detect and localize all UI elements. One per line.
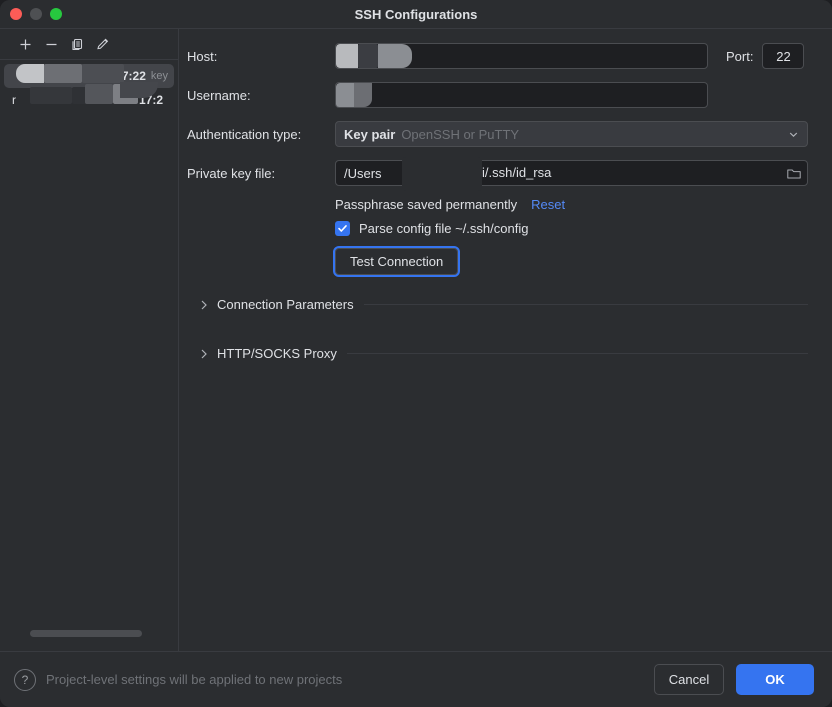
test-connection-row: Test Connection <box>332 246 808 277</box>
redaction-overlay <box>378 44 412 68</box>
ok-button[interactable]: OK <box>736 664 814 695</box>
pencil-icon <box>97 38 109 50</box>
port-label: Port: <box>726 48 754 64</box>
edit-configuration-button[interactable] <box>92 33 114 55</box>
port-value: 22 <box>776 48 791 64</box>
private-key-file-row: Private key file: /Users i/.ssh/id_rsa <box>187 157 808 191</box>
private-key-file-input[interactable]: /Users i/.ssh/id_rsa <box>335 157 808 191</box>
list-item[interactable]: r 17:2 <box>4 88 174 112</box>
plus-icon <box>20 39 30 49</box>
authentication-type-row: Authentication type: Key pair OpenSSH or… <box>187 121 808 147</box>
list-item-tag: key <box>150 70 168 82</box>
username-label: Username: <box>187 87 251 103</box>
footer-note: Project-level settings will be applied t… <box>46 672 343 687</box>
redaction-overlay <box>354 83 372 107</box>
parse-config-checkbox[interactable] <box>335 221 350 236</box>
help-icon[interactable]: ? <box>14 668 36 691</box>
close-button[interactable] <box>10 8 22 20</box>
cancel-button[interactable]: Cancel <box>654 664 724 695</box>
dialog-body: 7:22 key r 17:2 Host: Port: 22 Username:… <box>0 28 832 651</box>
redaction-overlay <box>336 44 358 68</box>
list-item-time: 7:22 <box>121 69 146 83</box>
add-configuration-button[interactable] <box>14 33 36 55</box>
list-item-label: r <box>12 93 16 107</box>
checkmark-icon <box>338 225 347 232</box>
section-connection-parameters[interactable]: Connection Parameters <box>197 297 808 312</box>
private-key-file-value-tail: i/.ssh/id_rsa <box>482 165 552 180</box>
redaction-overlay <box>358 44 378 68</box>
authentication-type-select[interactable]: Key pair OpenSSH or PuTTY <box>335 121 808 147</box>
parse-config-row[interactable]: Parse config file ~/.ssh/config <box>335 221 808 236</box>
authentication-type-label: Authentication type: <box>187 126 302 142</box>
authentication-type-value: Key pair <box>344 126 396 142</box>
configuration-form: Host: Port: 22 Username: Authentication … <box>179 29 832 651</box>
remove-configuration-button[interactable] <box>40 33 62 55</box>
sidebar-horizontal-scrollbar[interactable] <box>30 630 142 637</box>
parse-config-label: Parse config file ~/.ssh/config <box>359 221 529 236</box>
username-input[interactable] <box>335 82 708 108</box>
list-item[interactable]: 7:22 key <box>4 64 174 88</box>
minimize-button[interactable] <box>30 8 42 20</box>
chevron-right-icon <box>197 348 211 360</box>
private-key-file-label: Private key file: <box>187 165 276 181</box>
private-key-file-value: /Users <box>344 165 382 181</box>
section-http-socks-proxy[interactable]: HTTP/SOCKS Proxy <box>197 346 808 361</box>
host-input[interactable] <box>335 43 708 69</box>
copy-icon <box>71 38 82 50</box>
chevron-right-icon <box>197 299 211 311</box>
port-input[interactable]: 22 <box>762 43 805 69</box>
passphrase-status: Passphrase saved permanently <box>335 197 518 212</box>
browse-folder-icon[interactable] <box>781 167 801 180</box>
sidebar-toolbar <box>0 29 178 57</box>
redaction-overlay <box>336 83 354 107</box>
minus-icon <box>46 43 56 45</box>
dialog-footer: ? Project-level settings will be applied… <box>0 651 832 707</box>
test-connection-button[interactable]: Test Connection <box>332 246 461 277</box>
footer-actions: Cancel OK <box>654 664 814 695</box>
configurations-sidebar: 7:22 key r 17:2 <box>0 29 179 651</box>
section-label: Connection Parameters <box>217 297 354 312</box>
section-divider <box>363 304 808 305</box>
window-title: SSH Configurations <box>354 6 478 22</box>
host-row: Host: Port: 22 <box>187 43 808 69</box>
section-label: HTTP/SOCKS Proxy <box>217 346 337 361</box>
title-bar: SSH Configurations <box>0 0 832 28</box>
reset-passphrase-link[interactable]: Reset <box>531 197 565 212</box>
redaction-overlay <box>402 157 482 191</box>
section-divider <box>346 353 808 354</box>
username-row: Username: <box>187 82 808 108</box>
window-controls <box>0 8 62 20</box>
maximize-button[interactable] <box>50 8 62 20</box>
host-label: Host: <box>187 48 218 64</box>
copy-configuration-button[interactable] <box>66 33 88 55</box>
chevron-down-icon <box>788 129 799 140</box>
list-item-time: 17:2 <box>138 93 163 107</box>
authentication-type-hint: OpenSSH or PuTTY <box>401 126 520 142</box>
passphrase-row: Passphrase saved permanently Reset <box>335 197 808 212</box>
ssh-configurations-dialog: SSH Configurations 7:22 key r 17:2 Host:… <box>0 0 832 707</box>
configurations-list: 7:22 key r 17:2 <box>0 60 178 651</box>
